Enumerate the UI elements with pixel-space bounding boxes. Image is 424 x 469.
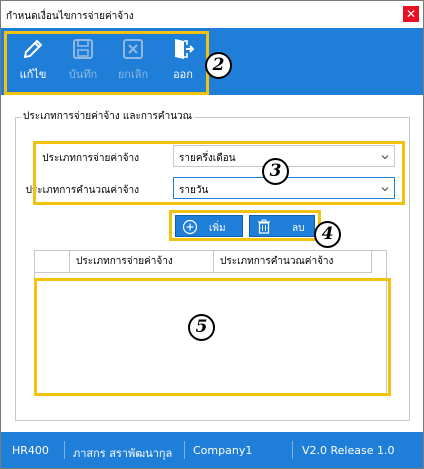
- cancel-label: ยกเลิก: [117, 68, 149, 81]
- exit-button[interactable]: ออก: [159, 32, 207, 88]
- groupbox-title: ประเภทการจ่ายค่าจ้าง และการคำนวณ: [21, 109, 194, 124]
- status-app-code: HR400: [12, 444, 49, 457]
- add-button[interactable]: เพิ่ม: [175, 215, 243, 237]
- annotation-badge-3: 3: [262, 158, 289, 185]
- chevron-down-icon: [381, 187, 389, 192]
- delete-label: ลบ: [292, 223, 305, 234]
- add-label: เพิ่ม: [209, 223, 226, 234]
- cancel-button[interactable]: ยกเลิก: [109, 32, 157, 88]
- status-bar: HR400 ภาสกร สราพัฒนากุล Company1 V2.0 Re…: [1, 432, 423, 468]
- pencil-icon: [23, 39, 43, 59]
- status-version: V2.0 Release 1.0: [302, 444, 395, 457]
- status-divider: [184, 441, 185, 459]
- edit-button[interactable]: แก้ไข: [9, 32, 57, 88]
- calc-type-value: รายวัน: [179, 185, 209, 196]
- column-header-calc-type[interactable]: ประเภทการคำนวณค่าจ้าง: [214, 251, 372, 272]
- exit-door-icon: [175, 39, 195, 59]
- annotation-badge-4: 4: [314, 221, 341, 248]
- close-button[interactable]: ✕: [403, 6, 419, 22]
- title-bar: กำหนดเงื่อนไขการจ่ายค่าจ้าง ✕: [1, 1, 423, 28]
- annotation-badge-2: 2: [205, 52, 232, 79]
- annotation-badge-5: 5: [188, 314, 215, 341]
- dialog-window: กำหนดเงื่อนไขการจ่ายค่าจ้าง ✕ แก้ไข บันท…: [0, 0, 424, 469]
- trash-icon: [258, 219, 270, 234]
- pay-type-label: ประเภทการจ่ายค่าจ้าง: [42, 153, 139, 164]
- chevron-down-icon: [381, 155, 389, 160]
- main-panel: ประเภทการจ่ายค่าจ้าง และการคำนวณ ประเภทก…: [1, 95, 423, 432]
- pay-type-value: รายครึ่งเดือน: [179, 153, 236, 164]
- plus-circle-icon: [182, 219, 198, 235]
- calc-type-label: ประเภทการคำนวณค่าจ้าง: [25, 185, 139, 196]
- table-header: ประเภทการจ่ายค่าจ้าง ประเภทการคำนวณค่าจ้…: [35, 251, 372, 273]
- close-icon: ✕: [405, 7, 417, 21]
- column-header-pay-type[interactable]: ประเภทการจ่ายค่าจ้าง: [70, 251, 214, 272]
- exit-label: ออก: [173, 68, 193, 81]
- save-button[interactable]: บันทึก: [59, 32, 107, 88]
- status-divider: [292, 441, 293, 459]
- delete-button[interactable]: ลบ: [249, 215, 315, 237]
- cancel-x-icon: [123, 39, 143, 59]
- save-label: บันทึก: [68, 68, 98, 81]
- floppy-disk-icon: [73, 39, 93, 59]
- status-user: ภาสกร สราพัฒนากุล: [73, 447, 173, 460]
- row-header-cell: [35, 251, 70, 272]
- status-divider: [64, 441, 65, 459]
- edit-label: แก้ไข: [19, 68, 47, 81]
- status-company: Company1: [193, 444, 253, 457]
- window-title: กำหนดเงื่อนไขการจ่ายค่าจ้าง: [6, 11, 134, 22]
